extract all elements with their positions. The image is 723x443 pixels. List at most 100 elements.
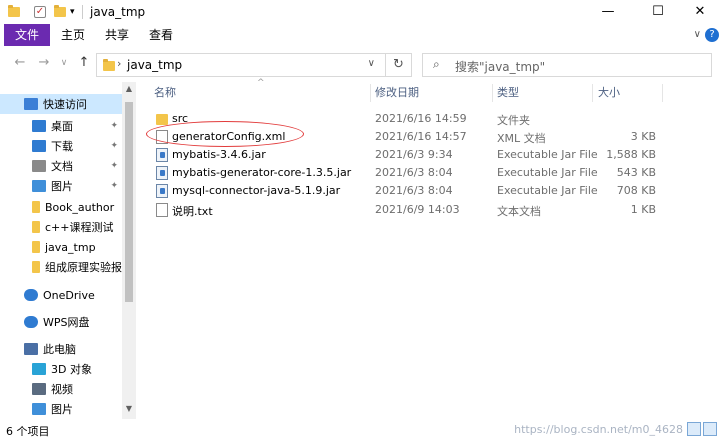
jar-file-icon bbox=[156, 148, 168, 162]
maximize-button[interactable]: ☐ bbox=[635, 0, 681, 24]
column-divider[interactable] bbox=[492, 84, 493, 102]
sidebar-item[interactable]: java_tmp bbox=[0, 237, 122, 257]
pictures-icon bbox=[32, 180, 46, 192]
jar-file-icon bbox=[156, 184, 168, 198]
window-title: java_tmp bbox=[90, 5, 146, 19]
properties-icon[interactable]: ✓ bbox=[34, 4, 46, 20]
pin-icon[interactable]: ✦ bbox=[110, 181, 118, 191]
sidebar-item[interactable]: 组成原理实验报告 bbox=[0, 257, 122, 277]
pin-icon[interactable]: ✦ bbox=[110, 161, 118, 171]
file-type: 文件夹 bbox=[497, 114, 530, 127]
column-header-date[interactable]: 修改日期 bbox=[375, 82, 419, 104]
search-input[interactable]: ⌕ 搜索"java_tmp" bbox=[422, 53, 712, 77]
expand-ribbon-chevron-icon[interactable]: ∨ bbox=[694, 29, 701, 40]
title-bar: ✓ ▾ java_tmp — ☐ ✕ bbox=[0, 0, 723, 24]
sidebar-item[interactable]: 此电脑 bbox=[0, 339, 122, 359]
file-size: 708 KB bbox=[616, 184, 656, 197]
address-dropdown-icon[interactable]: ∨ bbox=[368, 58, 375, 69]
pin-icon[interactable]: ✦ bbox=[110, 141, 118, 151]
address-folder-icon bbox=[103, 59, 115, 71]
folder-icon bbox=[32, 201, 40, 213]
file-name: mybatis-3.4.6.jar bbox=[172, 148, 266, 161]
file-row[interactable]: 说明.txt 2021/6/9 14:03 文本文档 1 KB bbox=[140, 201, 723, 219]
address-bar[interactable]: › java_tmp ∨ ↻ bbox=[96, 53, 412, 77]
file-row[interactable]: mybatis-generator-core-1.3.5.jar 2021/6/3… bbox=[140, 164, 723, 182]
sidebar-item[interactable]: WPS网盘 bbox=[0, 312, 122, 332]
sidebar-item-label: 图片 bbox=[51, 180, 73, 193]
sidebar-item-label: Book_author bbox=[45, 200, 115, 214]
column-divider[interactable] bbox=[662, 84, 663, 102]
quick-access-folder-icon[interactable] bbox=[8, 4, 20, 20]
cube-icon bbox=[32, 363, 46, 375]
sidebar-scrollbar[interactable]: ▲ ▼ bbox=[122, 82, 136, 419]
video-icon bbox=[32, 383, 46, 395]
new-folder-icon[interactable] bbox=[54, 4, 66, 20]
tab-file[interactable]: 文件 bbox=[4, 24, 50, 46]
sidebar-item[interactable]: 文档 ✦ bbox=[0, 156, 122, 176]
large-icons-view-icon[interactable] bbox=[703, 422, 717, 436]
sidebar-item-label: 3D 对象 bbox=[51, 363, 92, 376]
recent-locations-chevron-icon[interactable]: ∨ bbox=[56, 55, 72, 71]
highlight-circle bbox=[146, 121, 304, 147]
folder-icon bbox=[32, 221, 40, 233]
sidebar-item[interactable]: Book_author bbox=[0, 197, 122, 217]
details-view-icon[interactable] bbox=[687, 422, 701, 436]
close-button[interactable]: ✕ bbox=[677, 0, 723, 24]
file-type: 文本文档 bbox=[497, 205, 541, 218]
search-placeholder: 搜索"java_tmp" bbox=[455, 60, 546, 74]
cloud-icon bbox=[24, 316, 38, 328]
computer-icon bbox=[24, 343, 38, 355]
sidebar-item[interactable]: 3D 对象 bbox=[0, 359, 122, 379]
file-name: mysql-connector-java-5.1.9.jar bbox=[172, 184, 341, 197]
up-arrow-icon[interactable]: ↑ bbox=[76, 55, 92, 71]
file-size: 3 KB bbox=[630, 130, 656, 143]
navigation-pane: 快速访问桌面 ✦ 下载 ✦ 文档 ✦ 图片 ✦ Book_author c++课程测试 java_t… bbox=[0, 82, 136, 419]
tab-share[interactable]: 共享 bbox=[98, 24, 136, 46]
scroll-up-icon[interactable]: ▲ bbox=[124, 84, 134, 93]
back-arrow-icon[interactable]: ← bbox=[12, 55, 28, 71]
file-date: 2021/6/3 8:04 bbox=[375, 166, 453, 179]
tab-home[interactable]: 主页 bbox=[54, 24, 92, 46]
sidebar-item-label: c++课程测试 bbox=[45, 221, 114, 234]
ribbon-tabs: 文件 主页 共享 查看 ∨ ? bbox=[0, 24, 723, 46]
text-file-icon bbox=[156, 203, 168, 217]
sidebar-item[interactable]: 图片 ✦ bbox=[0, 176, 122, 196]
column-header-size[interactable]: 大小 bbox=[598, 82, 620, 104]
file-row[interactable]: mysql-connector-java-5.1.9.jar 2021/6/3 8… bbox=[140, 182, 723, 200]
scroll-down-icon[interactable]: ▼ bbox=[124, 404, 134, 413]
sidebar-item[interactable]: 桌面 ✦ bbox=[0, 116, 122, 136]
address-path[interactable]: java_tmp bbox=[127, 58, 182, 72]
watermark: https://blog.csdn.net/m0_4628 bbox=[514, 423, 683, 436]
file-row[interactable]: mybatis-3.4.6.jar 2021/6/3 9:34 Executable… bbox=[140, 146, 723, 164]
sidebar-item[interactable]: OneDrive bbox=[0, 285, 122, 305]
column-divider[interactable] bbox=[592, 84, 593, 102]
desktop-icon bbox=[32, 120, 46, 132]
sidebar-item[interactable]: 视频 bbox=[0, 379, 122, 399]
sidebar-item[interactable]: 图片 bbox=[0, 399, 122, 419]
file-size: 1,588 KB bbox=[606, 148, 656, 161]
column-divider[interactable] bbox=[370, 84, 371, 102]
refresh-icon[interactable]: ↻ bbox=[385, 54, 411, 76]
minimize-button[interactable]: — bbox=[585, 0, 631, 24]
help-icon[interactable]: ? bbox=[705, 28, 719, 42]
column-header-name[interactable]: 名称 bbox=[154, 82, 176, 104]
download-icon bbox=[32, 140, 46, 152]
sidebar-item[interactable]: 快速访问 bbox=[0, 94, 122, 114]
star-icon bbox=[24, 98, 38, 110]
file-type: XML 文档 bbox=[497, 132, 546, 145]
sidebar-item-label: 快速访问 bbox=[43, 98, 87, 111]
customize-toolbar-chevron-icon[interactable]: ▾ bbox=[70, 4, 75, 20]
sidebar-scrollbar-thumb[interactable] bbox=[125, 102, 133, 302]
column-header-type[interactable]: 类型 bbox=[497, 82, 519, 104]
sort-caret-icon: ^ bbox=[257, 78, 265, 88]
sidebar-item-label: OneDrive bbox=[43, 288, 95, 302]
sidebar-item[interactable]: c++课程测试 bbox=[0, 217, 122, 237]
tab-view[interactable]: 查看 bbox=[142, 24, 180, 46]
pin-icon[interactable]: ✦ bbox=[110, 121, 118, 131]
folder-icon bbox=[32, 261, 40, 273]
breadcrumb-separator-icon[interactable]: › bbox=[117, 57, 121, 70]
file-name: mybatis-generator-core-1.3.5.jar bbox=[172, 166, 352, 179]
search-icon: ⌕ bbox=[433, 57, 440, 71]
sidebar-item[interactable]: 下载 ✦ bbox=[0, 136, 122, 156]
forward-arrow-icon[interactable]: → bbox=[36, 55, 52, 71]
